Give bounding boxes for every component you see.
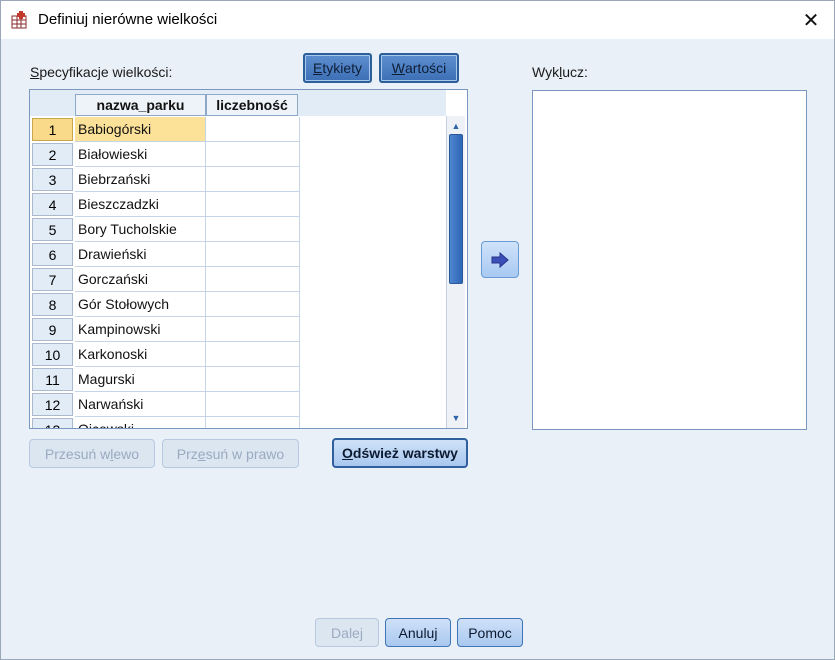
table-row[interactable]: 9 Kampinowski <box>30 317 446 342</box>
row-number[interactable]: 5 <box>32 218 73 241</box>
dialog-window: Definiuj nierówne wielkości ✕ Specyfikac… <box>0 0 835 660</box>
row-number[interactable]: 2 <box>32 143 73 166</box>
exclude-label: Wyklucz: <box>532 64 588 80</box>
labels-toggle-button[interactable]: Etykiety <box>303 53 372 83</box>
window-title: Definiuj nierówne wielkości <box>38 11 218 28</box>
values-toggle-button[interactable]: Wartości <box>379 53 459 83</box>
refresh-layers-button[interactable]: Odśwież warstwy <box>332 438 468 468</box>
scroll-thumb[interactable] <box>449 134 463 284</box>
help-button[interactable]: Pomoc <box>457 618 523 647</box>
specification-label: Specyfikacje wielkości: <box>30 64 172 80</box>
row-number[interactable]: 8 <box>32 293 73 316</box>
table-row[interactable]: 10 Karkonoski <box>30 342 446 367</box>
table-row[interactable]: 5 Bory Tucholskie <box>30 217 446 242</box>
move-left-rest: ewo <box>113 445 140 462</box>
move-to-exclude-button[interactable] <box>481 241 519 278</box>
labels-toggle-accesskey: E <box>312 60 323 76</box>
cell-count[interactable] <box>206 317 300 342</box>
cell-park-name[interactable]: Gór Stołowych <box>75 292 206 317</box>
table-row[interactable]: 8 Gór Stołowych <box>30 292 446 317</box>
row-number[interactable]: 7 <box>32 268 73 291</box>
cell-count[interactable] <box>206 242 300 267</box>
cell-park-name[interactable]: Drawieński <box>75 242 206 267</box>
cell-park-name[interactable]: Bory Tucholskie <box>75 217 206 242</box>
row-number[interactable]: 9 <box>32 318 73 341</box>
app-icon <box>11 11 27 29</box>
cell-count[interactable] <box>206 192 300 217</box>
column-header-park-name[interactable]: nazwa_parku <box>75 94 206 116</box>
move-right-button[interactable]: Prz e suń w prawo <box>162 439 299 468</box>
row-number[interactable]: 4 <box>32 193 73 216</box>
cell-park-name[interactable]: Białowieski <box>75 142 206 167</box>
grid-vertical-scrollbar[interactable]: ▲ ▼ <box>446 116 465 428</box>
table-row[interactable]: 1 Babiogórski <box>30 117 446 142</box>
cell-count[interactable] <box>206 267 300 292</box>
table-row[interactable]: 11 Magurski <box>30 367 446 392</box>
specification-label-text: pecyfikacje wielkości: <box>39 64 173 80</box>
cell-count[interactable] <box>206 392 300 417</box>
row-number[interactable]: 10 <box>32 343 73 366</box>
exclude-list[interactable] <box>532 90 807 430</box>
row-number[interactable]: 11 <box>32 368 73 391</box>
exclude-label-prefix: Wyk <box>532 64 560 80</box>
row-number[interactable]: 1 <box>32 118 73 141</box>
row-number[interactable]: 13 <box>32 418 73 428</box>
table-row[interactable]: 13Ojcowski <box>30 417 446 428</box>
cell-park-name[interactable]: Kampinowski <box>75 317 206 342</box>
cell-count[interactable] <box>206 167 300 192</box>
cancel-button[interactable]: Anuluj <box>385 618 451 647</box>
cell-count[interactable] <box>206 417 300 428</box>
move-right-accesskey: e <box>197 445 206 462</box>
cell-park-name[interactable]: Babiogórski <box>75 117 206 142</box>
cell-park-name[interactable]: Narwański <box>75 392 206 417</box>
move-right-rest: suń w prawo <box>205 445 285 462</box>
table-row[interactable]: 3 Biebrzański <box>30 167 446 192</box>
move-right-text: Prz <box>176 445 198 462</box>
labels-toggle-text: tykiety <box>322 60 363 76</box>
table-row[interactable]: 4 Bieszczadzki <box>30 192 446 217</box>
row-number[interactable]: 3 <box>32 168 73 191</box>
cell-count[interactable] <box>206 217 300 242</box>
cell-count[interactable] <box>206 117 300 142</box>
cell-park-name[interactable]: Gorczański <box>75 267 206 292</box>
cell-park-name[interactable]: Biebrzański <box>75 167 206 192</box>
title-bar: Definiuj nierówne wielkości ✕ <box>1 1 834 39</box>
cell-park-name[interactable]: Magurski <box>75 367 206 392</box>
values-toggle-accesskey: W <box>391 60 405 76</box>
table-row[interactable]: 2 Białowieski <box>30 142 446 167</box>
cell-park-name[interactable]: Karkonoski <box>75 342 206 367</box>
table-row[interactable]: 6 Drawieński <box>30 242 446 267</box>
exclude-label-rest: ucz: <box>562 64 588 80</box>
row-number[interactable]: 6 <box>32 243 73 266</box>
cell-count[interactable] <box>206 342 300 367</box>
move-left-text: Przesuń w <box>44 445 111 462</box>
row-number[interactable]: 12 <box>32 393 73 416</box>
cell-count[interactable] <box>206 142 300 167</box>
scroll-down-icon[interactable]: ▼ <box>448 410 464 426</box>
refresh-layers-rest: dśwież warstwy <box>352 445 458 461</box>
specification-label-accesskey: S <box>30 64 40 80</box>
table-row[interactable]: 12 Narwański <box>30 392 446 417</box>
cell-count[interactable] <box>206 367 300 392</box>
column-header-count[interactable]: liczebność <box>206 94 298 116</box>
move-left-button[interactable]: Przesuń w l ewo <box>29 439 155 468</box>
next-button[interactable]: Dalej <box>315 618 379 647</box>
cell-count[interactable] <box>206 292 300 317</box>
cell-park-name[interactable]: Ojcowski <box>75 417 206 428</box>
scroll-up-icon[interactable]: ▲ <box>448 118 464 134</box>
refresh-layers-accesskey: O <box>342 445 353 461</box>
size-spec-grid[interactable]: nazwa_parku liczebność 1 Babiogórski 2 Biał… <box>29 89 468 429</box>
table-row[interactable]: 7 Gorczański <box>30 267 446 292</box>
arrow-right-icon <box>491 251 509 268</box>
values-toggle-text: artości <box>404 60 447 76</box>
close-icon[interactable]: ✕ <box>788 1 834 39</box>
cell-park-name[interactable]: Bieszczadzki <box>75 192 206 217</box>
